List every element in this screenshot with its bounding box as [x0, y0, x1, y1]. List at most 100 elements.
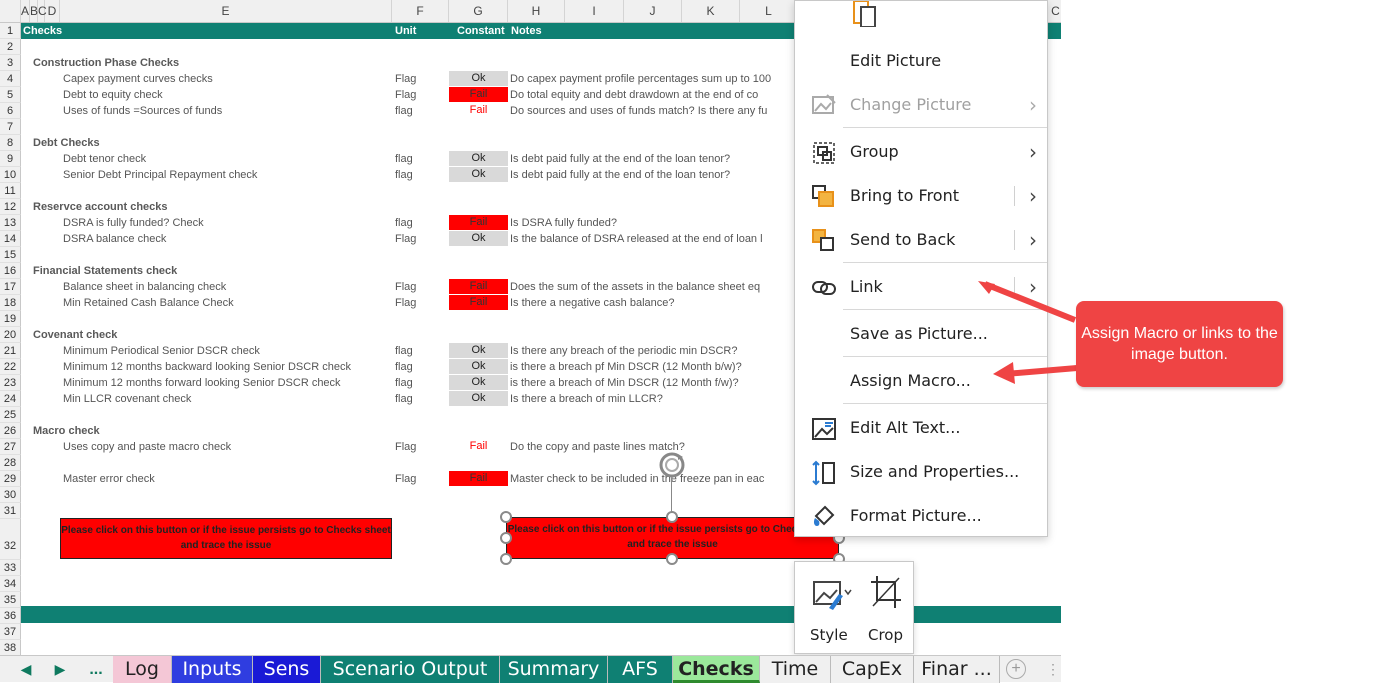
resize-handle-bl[interactable]	[500, 553, 512, 565]
row-header[interactable]: 34	[0, 576, 21, 592]
column-header-k[interactable]: K	[682, 0, 740, 22]
resize-handle-tl[interactable]	[500, 511, 512, 523]
row-header[interactable]: 33	[0, 560, 21, 576]
more-tabs-icon[interactable]: ...	[84, 656, 108, 683]
column-header-e[interactable]: E	[60, 0, 392, 22]
column-header-d[interactable]: D	[45, 0, 60, 22]
check-issue-button-left[interactable]: Please click on this button or if the is…	[60, 518, 392, 559]
sheet-tab-afs[interactable]: AFS	[608, 656, 673, 683]
resize-handle-bm[interactable]	[666, 553, 678, 565]
menu-item-change-picture[interactable]: Change Picture ›	[795, 85, 1047, 125]
menu-item-label: Change Picture	[850, 95, 972, 114]
status-badge: Ok	[449, 231, 508, 246]
context-menu: Edit Picture Change Picture › Group › Bring t…	[794, 0, 1048, 537]
row-header[interactable]: 20	[0, 327, 21, 343]
row-header[interactable]: 38	[0, 640, 21, 655]
row-header[interactable]: 9	[0, 151, 21, 167]
section-title: Macro check	[33, 425, 100, 437]
row-header[interactable]: 2	[0, 39, 21, 55]
row-header[interactable]: 32	[0, 519, 21, 560]
tab-bar-options-icon[interactable]: ⋮	[1046, 656, 1060, 683]
row-header[interactable]: 1	[0, 23, 21, 39]
row-header[interactable]: 12	[0, 199, 21, 215]
header-unit: Unit	[395, 25, 417, 37]
row-header[interactable]: 15	[0, 247, 21, 263]
sheet-tab-scenario-output[interactable]: Scenario Output	[321, 656, 500, 683]
column-header-j[interactable]: J	[624, 0, 682, 22]
row-header[interactable]: 3	[0, 55, 21, 71]
unit-cell: flag	[395, 345, 413, 357]
menu-item-format-picture[interactable]: Format Picture...	[795, 496, 1047, 536]
column-header-i[interactable]: I	[565, 0, 624, 22]
row-header[interactable]: 30	[0, 487, 21, 503]
sheet-tab-summary[interactable]: Summary	[500, 656, 608, 683]
check-label: Debt to equity check	[63, 89, 163, 101]
row-header[interactable]: 37	[0, 624, 21, 640]
row-header[interactable]: 16	[0, 263, 21, 279]
menu-item-edit-alt-text[interactable]: Edit Alt Text...	[795, 408, 1047, 448]
row-header[interactable]: 8	[0, 135, 21, 151]
sheet-tab-time[interactable]: Time	[760, 656, 831, 683]
row-header[interactable]: 5	[0, 87, 21, 103]
sheet-tab-capex[interactable]: CapEx	[831, 656, 914, 683]
chevron-right-icon: ›	[1029, 93, 1037, 117]
resize-handle-tm[interactable]	[666, 511, 678, 523]
row-header[interactable]: 17	[0, 279, 21, 295]
row-header[interactable]: 26	[0, 423, 21, 439]
menu-item-size-and-properties[interactable]: Size and Properties...	[795, 452, 1047, 492]
menu-item-edit-picture[interactable]: Edit Picture	[795, 41, 1047, 81]
column-header-g[interactable]: G	[449, 0, 508, 22]
row-header[interactable]: 27	[0, 439, 21, 455]
rotate-handle-icon[interactable]	[656, 449, 688, 481]
column-header-b[interactable]: B	[30, 0, 38, 22]
row-header[interactable]: 24	[0, 391, 21, 407]
note-cell: Do sources and uses of funds match? Is t…	[510, 105, 768, 117]
row-header[interactable]: 6	[0, 103, 21, 119]
sheet-tab-sens[interactable]: Sens	[253, 656, 321, 683]
add-sheet-icon[interactable]: +	[1006, 659, 1026, 679]
row-header[interactable]: 28	[0, 455, 21, 471]
sheet-tab-inputs[interactable]: Inputs	[172, 656, 253, 683]
row-header[interactable]: 22	[0, 359, 21, 375]
row-header[interactable]: 35	[0, 592, 21, 608]
sheet-tab-log[interactable]: Log	[113, 656, 172, 683]
row-header[interactable]: 4	[0, 71, 21, 87]
resize-handle-ml[interactable]	[500, 532, 512, 544]
column-header-l[interactable]: L	[740, 0, 798, 22]
row-header[interactable]: 7	[0, 119, 21, 135]
column-header-h[interactable]: H	[508, 0, 565, 22]
row-header[interactable]: 18	[0, 295, 21, 311]
column-header-right[interactable]: C	[1048, 0, 1061, 22]
row-header[interactable]: 31	[0, 503, 21, 519]
check-label: Minimum 12 months backward looking Senio…	[63, 361, 351, 373]
row-header[interactable]: 23	[0, 375, 21, 391]
row-header[interactable]: 14	[0, 231, 21, 247]
row-header[interactable]: 13	[0, 215, 21, 231]
section-title: Covenant check	[33, 329, 118, 341]
style-button[interactable]: Style	[805, 570, 855, 650]
menu-item-send-to-back[interactable]: Send to Back ›	[795, 220, 1047, 260]
scroll-left-icon[interactable]: ◀	[16, 656, 36, 683]
unit-cell: Flag	[395, 297, 417, 309]
scroll-right-icon[interactable]: ▶	[50, 656, 70, 683]
paste-options-icon[interactable]	[851, 0, 883, 28]
column-header-f[interactable]: F	[392, 0, 449, 22]
sheet-tab-checks[interactable]: Checks	[673, 656, 760, 683]
sheet-tab-finar[interactable]: Finar ...	[914, 656, 1000, 683]
row-header[interactable]: 11	[0, 183, 21, 199]
menu-item-group[interactable]: Group ›	[795, 132, 1047, 172]
check-label: Senior Debt Principal Repayment check	[63, 169, 258, 181]
select-all-corner[interactable]	[0, 0, 21, 22]
note-cell: Is debt paid fully at the end of the loa…	[510, 169, 731, 181]
row-header[interactable]: 19	[0, 311, 21, 327]
column-header-a[interactable]: A	[21, 0, 30, 22]
row-header[interactable]: 29	[0, 471, 21, 487]
row-header[interactable]: 21	[0, 343, 21, 359]
row-header[interactable]: 25	[0, 407, 21, 423]
alt-text-icon	[811, 416, 837, 442]
row-header[interactable]: 36	[0, 608, 21, 624]
crop-button[interactable]: Crop	[861, 570, 911, 650]
menu-item-bring-to-front[interactable]: Bring to Front ›	[795, 176, 1047, 216]
row-header[interactable]: 10	[0, 167, 21, 183]
column-header-c[interactable]: C	[38, 0, 47, 22]
